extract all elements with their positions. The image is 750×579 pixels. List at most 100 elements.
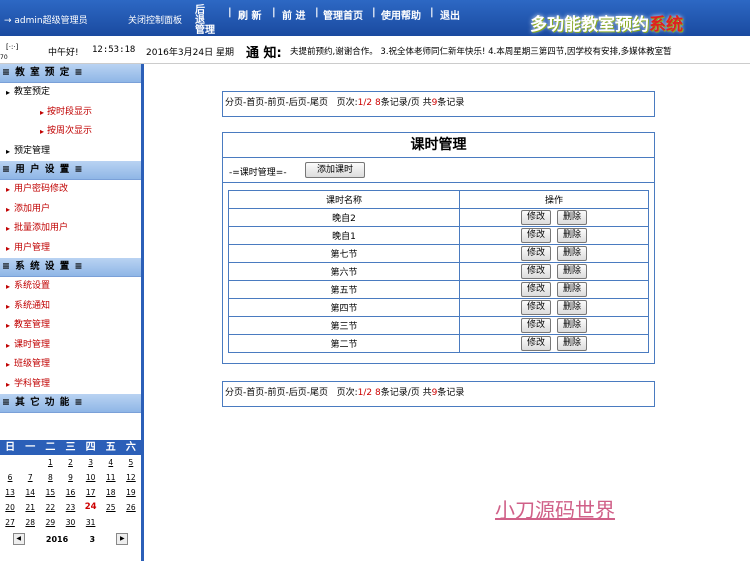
info-bar: [·:·] 70 中午好! 12:53:18 2016年3月24日 星期 通 知… (0, 37, 750, 64)
actions-cell: 修改 删除 (459, 244, 649, 263)
calendar-day[interactable]: 3 (81, 455, 101, 470)
table-row: 第六节 修改 删除 (228, 262, 649, 281)
nav-back-manage[interactable]: 后 退 管理 (195, 6, 217, 36)
notice-label: 通 知: (246, 46, 282, 61)
watermark: 小刀源码世界 (495, 498, 615, 522)
calendar-day[interactable]: 14 (20, 485, 40, 500)
edit-button[interactable]: 修改 (521, 228, 551, 243)
delete-button[interactable]: 删除 (557, 264, 587, 279)
sidebar-item[interactable]: 预定管理 (0, 142, 141, 162)
calendar-day[interactable]: 28 (20, 515, 40, 530)
sidebar-item[interactable]: 按时段显示 (0, 103, 141, 123)
system-title: 多功能教室预约系统 (530, 10, 683, 35)
sidebar: ≡ 教 室 预 定 ≡教室预定按时段显示按周次显示预定管理≡ 用 户 设 置 ≡… (0, 64, 144, 561)
sidebar-item[interactable]: 批量添加用户 (0, 219, 141, 239)
calendar-day[interactable]: 24 (81, 500, 101, 515)
calendar-day[interactable]: 16 (60, 485, 80, 500)
system-title-tail: 系统 (649, 15, 683, 35)
table-header-row: 课时名称 操作 (228, 190, 649, 209)
delete-button[interactable]: 删除 (557, 228, 587, 243)
sidebar-item[interactable]: 按周次显示 (0, 122, 141, 142)
calendar-day[interactable]: 4 (101, 455, 121, 470)
lesson-management-panel: 课时管理 -=课时管理=- 添加课时 课时名称 操作 晚自2 修改 删除 晚自1 修改删… (222, 132, 655, 364)
sidebar-item[interactable]: 用户密码修改 (0, 180, 141, 200)
calendar-week-row: 13 14 15 16 17 18 19 (0, 485, 141, 500)
close-panel-link[interactable]: 关闭控制面板 (128, 13, 182, 26)
edit-button[interactable]: 修改 (521, 246, 551, 261)
delete-button[interactable]: 删除 (557, 282, 587, 297)
calendar-day[interactable]: 6 (0, 470, 20, 485)
calendar-week-row: 20 21 22 23 24 25 26 (0, 500, 141, 515)
pager-links[interactable]: 分页-首页-前页-后页-尾页 (225, 98, 328, 108)
edit-button[interactable]: 修改 (521, 264, 551, 279)
calendar-day[interactable]: 12 (121, 470, 141, 485)
calendar-day[interactable]: 13 (0, 485, 20, 500)
delete-button[interactable]: 删除 (557, 246, 587, 261)
delete-button[interactable]: 删除 (557, 300, 587, 315)
edit-button[interactable]: 修改 (521, 210, 551, 225)
sidebar-section-header[interactable]: ≡ 其 它 功 能 ≡ (0, 394, 141, 413)
page-value: 1/2 (357, 98, 373, 108)
nav-logout[interactable]: 退出 (440, 7, 460, 22)
calendar-day[interactable]: 19 (121, 485, 141, 500)
calendar-day[interactable]: 22 (40, 500, 60, 515)
nav-refresh[interactable]: 刷 新 (238, 7, 261, 22)
calendar-weekday: 二 (45, 442, 56, 453)
delete-button[interactable]: 删除 (557, 318, 587, 333)
calendar-day[interactable]: 21 (20, 500, 40, 515)
calendar-day[interactable]: 7 (20, 470, 40, 485)
edit-button[interactable]: 修改 (521, 318, 551, 333)
table-row: 第七节 修改 删除 (228, 244, 649, 263)
calendar-day[interactable]: 15 (40, 485, 60, 500)
nav-forward[interactable]: 前 进 (282, 7, 305, 22)
page-title: 课时管理 (223, 133, 654, 158)
edit-button[interactable]: 修改 (521, 300, 551, 315)
sidebar-item[interactable]: 系统设置 (0, 277, 141, 297)
sidebar-item[interactable]: 用户管理 (0, 239, 141, 259)
calendar-day[interactable]: 18 (101, 485, 121, 500)
edit-button[interactable]: 修改 (521, 336, 551, 351)
pager-links[interactable]: 分页-首页-前页-后页-尾页 (225, 388, 328, 398)
nav-admin-home[interactable]: 管理首页 (323, 7, 363, 22)
calendar-day[interactable]: 9 (60, 470, 80, 485)
next-month-icon[interactable]: ▶ (116, 533, 129, 545)
sidebar-item[interactable]: 班级管理 (0, 355, 141, 375)
delete-button[interactable]: 删除 (557, 336, 587, 351)
calendar-day[interactable]: 17 (81, 485, 101, 500)
calendar-day[interactable]: 10 (81, 470, 101, 485)
calendar-day[interactable]: 8 (40, 470, 60, 485)
calendar-day (0, 455, 20, 470)
actions-cell: 修改 删除 (459, 226, 649, 245)
sidebar-section-header[interactable]: ≡ 用 户 设 置 ≡ (0, 161, 141, 180)
calendar-day[interactable]: 31 (81, 515, 101, 530)
pager-top: 分页-首页-前页-后页-尾页 页次:1/2 8条记录/页 共9条记录 (222, 91, 655, 117)
sidebar-section-header[interactable]: ≡ 教 室 预 定 ≡ (0, 64, 141, 83)
calendar: 日一二三四五六 1 2 3 4 5 6 7 8 9 10 11 12 13 14 15 16 17 18 19 20 2… (0, 440, 141, 546)
sidebar-item[interactable]: 教室预定 (0, 83, 141, 103)
sidebar-item[interactable]: 课时管理 (0, 336, 141, 356)
sidebar-item[interactable]: 学科管理 (0, 375, 141, 395)
calendar-day[interactable]: 29 (40, 515, 60, 530)
calendar-day[interactable]: 25 (101, 500, 121, 515)
calendar-day[interactable]: 27 (0, 515, 20, 530)
edit-button[interactable]: 修改 (521, 282, 551, 297)
calendar-day[interactable]: 20 (0, 500, 20, 515)
table-row: 第三节 修改 删除 (228, 316, 649, 335)
calendar-day[interactable]: 23 (60, 500, 80, 515)
calendar-day[interactable]: 26 (121, 500, 141, 515)
sidebar-item[interactable]: 添加用户 (0, 200, 141, 220)
calendar-day[interactable]: 5 (121, 455, 141, 470)
calendar-nav: ◀ 2016 3 ▶ (0, 532, 141, 546)
sidebar-item[interactable]: 教室管理 (0, 316, 141, 336)
nav-help[interactable]: 使用帮助 (381, 7, 421, 22)
calendar-day[interactable]: 1 (40, 455, 60, 470)
calendar-day[interactable]: 2 (60, 455, 80, 470)
sidebar-section-header[interactable]: ≡ 系 统 设 置 ≡ (0, 258, 141, 277)
add-lesson-button[interactable]: 添加课时 (305, 162, 365, 178)
actions-cell: 修改 删除 (459, 280, 649, 299)
sidebar-item[interactable]: 系统通知 (0, 297, 141, 317)
calendar-day[interactable]: 11 (101, 470, 121, 485)
delete-button[interactable]: 删除 (557, 210, 587, 225)
prev-month-icon[interactable]: ◀ (12, 533, 25, 545)
calendar-day[interactable]: 30 (60, 515, 80, 530)
